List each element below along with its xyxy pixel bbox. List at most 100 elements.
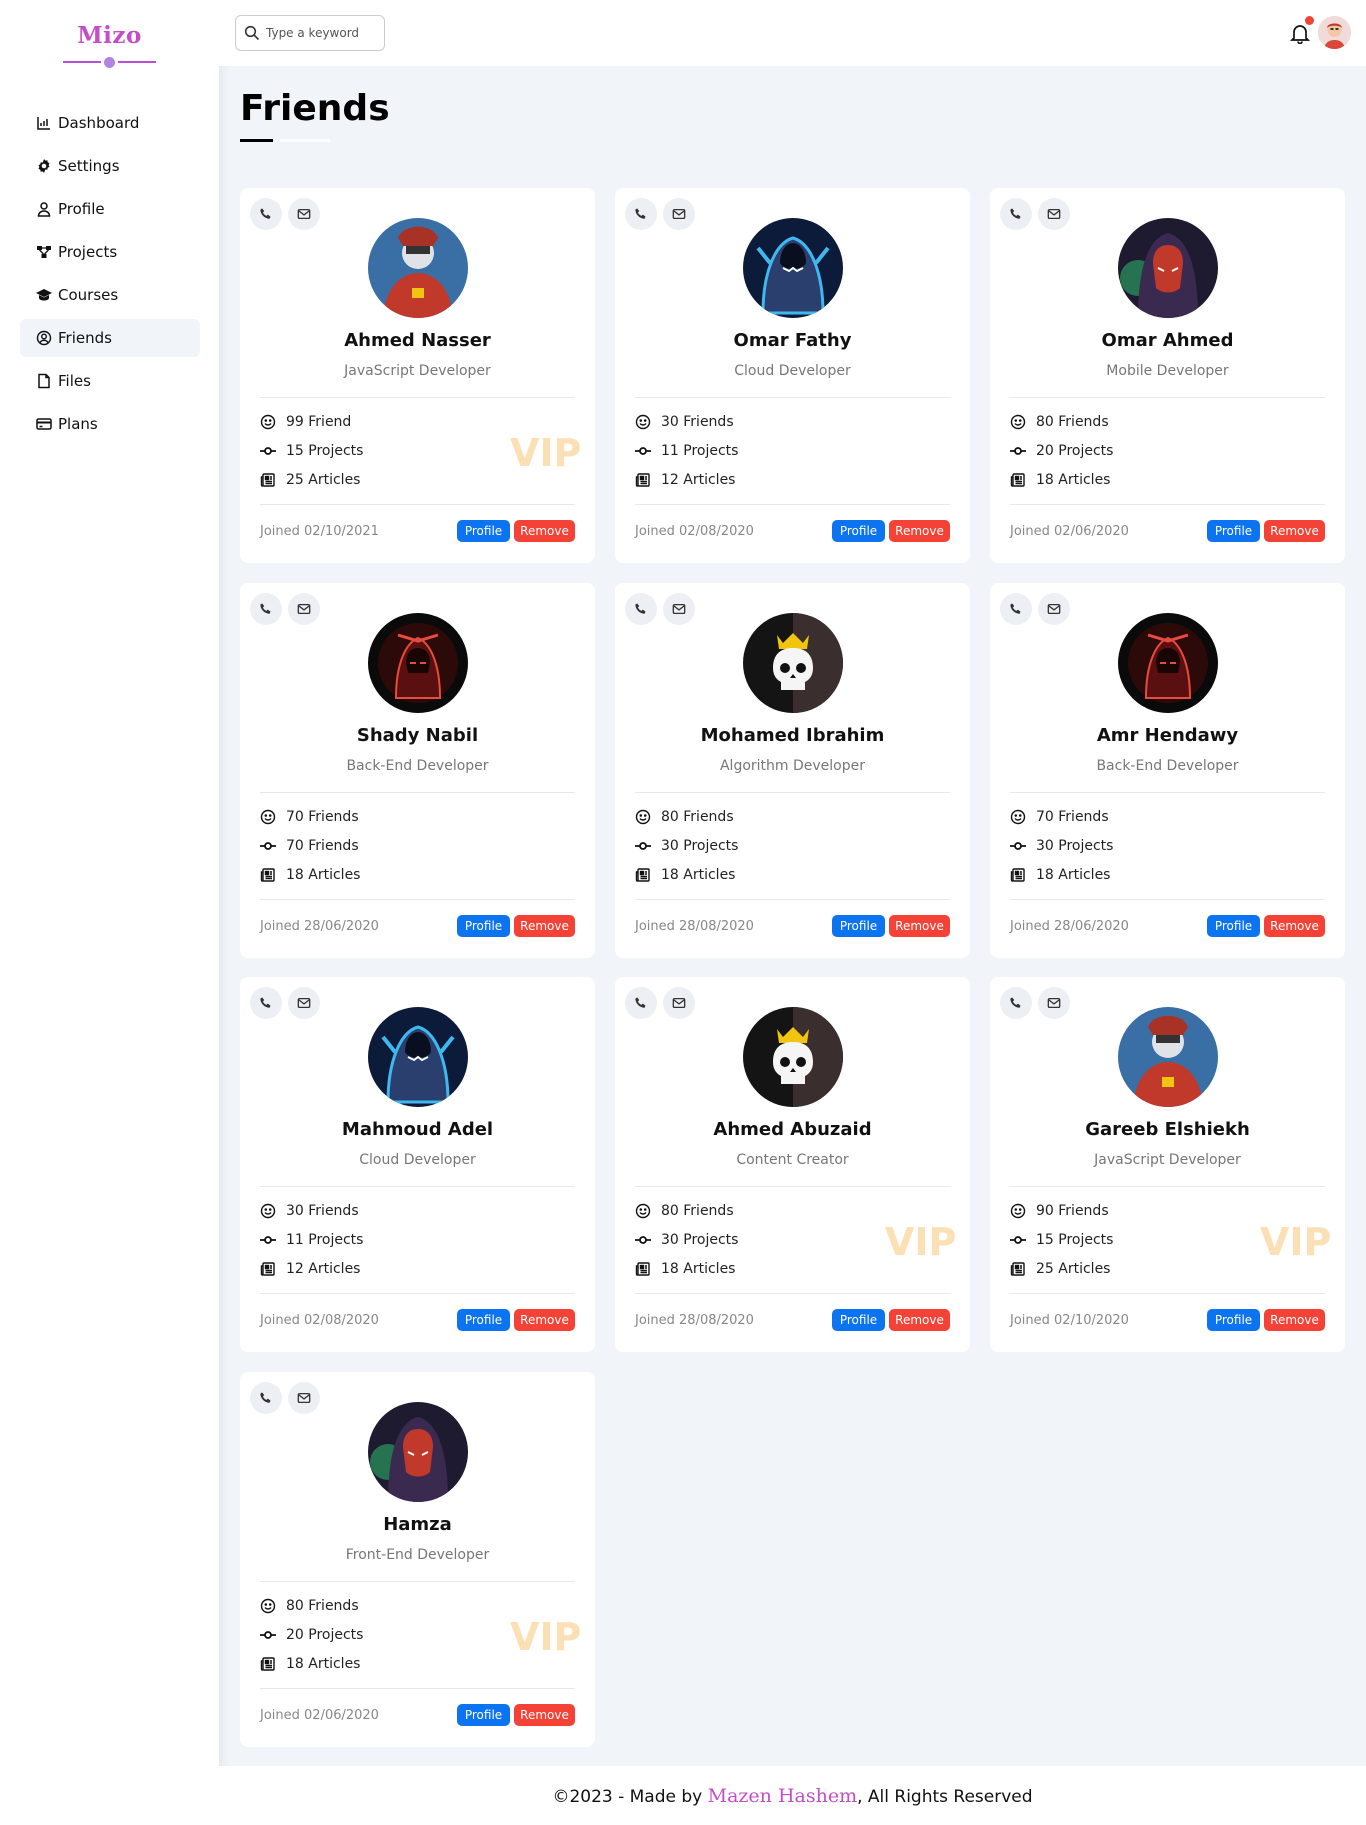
remove-button[interactable]: Remove	[514, 1704, 575, 1726]
profile-button[interactable]: Profile	[1207, 1309, 1260, 1331]
remove-button[interactable]: Remove	[889, 915, 950, 937]
search-input[interactable]	[266, 26, 376, 40]
avatar[interactable]	[1318, 16, 1351, 49]
remove-button[interactable]: Remove	[1264, 520, 1325, 542]
stat-projects: 30 Projects	[1010, 838, 1113, 854]
email-button[interactable]	[663, 593, 695, 625]
remove-button[interactable]: Remove	[889, 1309, 950, 1331]
commit-icon	[260, 1236, 276, 1244]
footer-suffix: , All Rights Reserved	[857, 1787, 1033, 1807]
stat-projects-label: 15 Projects	[286, 443, 364, 459]
email-button[interactable]	[1038, 198, 1070, 230]
call-button[interactable]	[625, 198, 657, 230]
email-button[interactable]	[288, 593, 320, 625]
sidebar-item-dashboard[interactable]: Dashboard	[20, 104, 200, 142]
email-button[interactable]	[288, 987, 320, 1019]
friend-avatar	[368, 1402, 468, 1502]
call-button[interactable]	[1000, 593, 1032, 625]
email-button[interactable]	[663, 987, 695, 1019]
stat-projects-label: 30 Projects	[661, 838, 739, 854]
remove-button[interactable]: Remove	[1264, 915, 1325, 937]
remove-button[interactable]: Remove	[889, 520, 950, 542]
footer-author[interactable]: Mazen Hashem	[708, 1785, 857, 1807]
sidebar-item-profile[interactable]: Profile	[20, 190, 200, 228]
divider	[260, 1688, 575, 1689]
smile-icon	[1010, 414, 1026, 430]
call-button[interactable]	[250, 198, 282, 230]
phone-icon	[260, 997, 271, 1008]
phone-icon	[1010, 603, 1021, 614]
friend-role: JavaScript Developer	[344, 363, 491, 379]
call-button[interactable]	[250, 593, 282, 625]
friend-role: Back-End Developer	[1096, 758, 1239, 774]
sidebar-item-courses[interactable]: Courses	[20, 276, 200, 314]
stat-articles-label: 18 Articles	[1036, 867, 1111, 883]
smile-icon	[1010, 1203, 1026, 1219]
sidebar-item-projects[interactable]: Projects	[20, 233, 200, 271]
sidebar-item-plans[interactable]: Plans	[20, 405, 200, 443]
stat-friends: 70 Friends	[260, 809, 359, 825]
friend-card: Ahmed Nasser JavaScript Developer 99 Frien…	[240, 188, 595, 563]
sidebar-item-files[interactable]: Files	[20, 362, 200, 400]
email-button[interactable]	[288, 198, 320, 230]
remove-button[interactable]: Remove	[514, 915, 575, 937]
commit-icon	[1010, 842, 1026, 850]
profile-button[interactable]: Profile	[457, 1704, 510, 1726]
search-box[interactable]	[235, 15, 385, 51]
envelope-icon	[1047, 603, 1061, 615]
friend-avatar	[368, 218, 468, 318]
email-button[interactable]	[288, 1382, 320, 1414]
stat-projects: 11 Projects	[635, 443, 738, 459]
email-button[interactable]	[1038, 987, 1070, 1019]
stat-projects-label: 30 Projects	[1036, 838, 1114, 854]
bell-icon[interactable]	[1289, 22, 1311, 44]
commit-icon	[1010, 447, 1026, 455]
email-button[interactable]	[1038, 593, 1070, 625]
file-icon	[38, 373, 50, 389]
commit-icon	[260, 842, 276, 850]
remove-button[interactable]: Remove	[1264, 1309, 1325, 1331]
call-button[interactable]	[250, 1382, 282, 1414]
phone-icon	[260, 1392, 271, 1403]
profile-button[interactable]: Profile	[457, 1309, 510, 1331]
profile-button[interactable]: Profile	[457, 520, 510, 542]
remove-button[interactable]: Remove	[514, 520, 575, 542]
user-icon	[37, 202, 51, 217]
search-icon	[244, 25, 260, 41]
call-button[interactable]	[1000, 987, 1032, 1019]
profile-button[interactable]: Profile	[1207, 915, 1260, 937]
envelope-icon	[672, 997, 686, 1009]
sidebar-item-settings[interactable]: Settings	[20, 147, 200, 185]
sidebar-item-friends[interactable]: Friends	[20, 319, 200, 357]
call-button[interactable]	[625, 987, 657, 1019]
stat-friends-label: 70 Friends	[1036, 809, 1109, 825]
stat-friends: 30 Friends	[260, 1203, 359, 1219]
stat-friends: 80 Friends	[1010, 414, 1109, 430]
call-button[interactable]	[1000, 198, 1032, 230]
profile-button[interactable]: Profile	[832, 915, 885, 937]
remove-button[interactable]: Remove	[514, 1309, 575, 1331]
credit-card-icon	[36, 418, 52, 430]
envelope-icon	[297, 208, 311, 220]
divider	[635, 397, 950, 398]
envelope-icon	[672, 603, 686, 615]
footer: ©2023 - Made by Mazen Hashem, All Rights…	[219, 1766, 1366, 1825]
sidebar-item-label: Courses	[58, 286, 119, 304]
stat-friends-label: 70 Friends	[286, 809, 359, 825]
profile-button[interactable]: Profile	[457, 915, 510, 937]
profile-button[interactable]: Profile	[1207, 520, 1260, 542]
sidebar-item-label: Settings	[58, 157, 120, 175]
chart-icon	[37, 117, 50, 130]
friend-card: Omar Fathy Cloud Developer 30 Friends 11 Pr…	[615, 188, 970, 563]
friend-card: Mohamed Ibrahim Algorithm Developer 80 Fri…	[615, 583, 970, 958]
app-logo[interactable]: Mizo	[0, 22, 219, 49]
joined-date: Joined 02/10/2020	[1010, 1313, 1129, 1328]
profile-button[interactable]: Profile	[832, 1309, 885, 1331]
email-button[interactable]	[663, 198, 695, 230]
vip-badge: VIP	[1260, 1220, 1332, 1264]
divider	[260, 792, 575, 793]
call-button[interactable]	[250, 987, 282, 1019]
call-button[interactable]	[625, 593, 657, 625]
profile-button[interactable]: Profile	[832, 520, 885, 542]
newspaper-icon	[635, 1262, 650, 1276]
